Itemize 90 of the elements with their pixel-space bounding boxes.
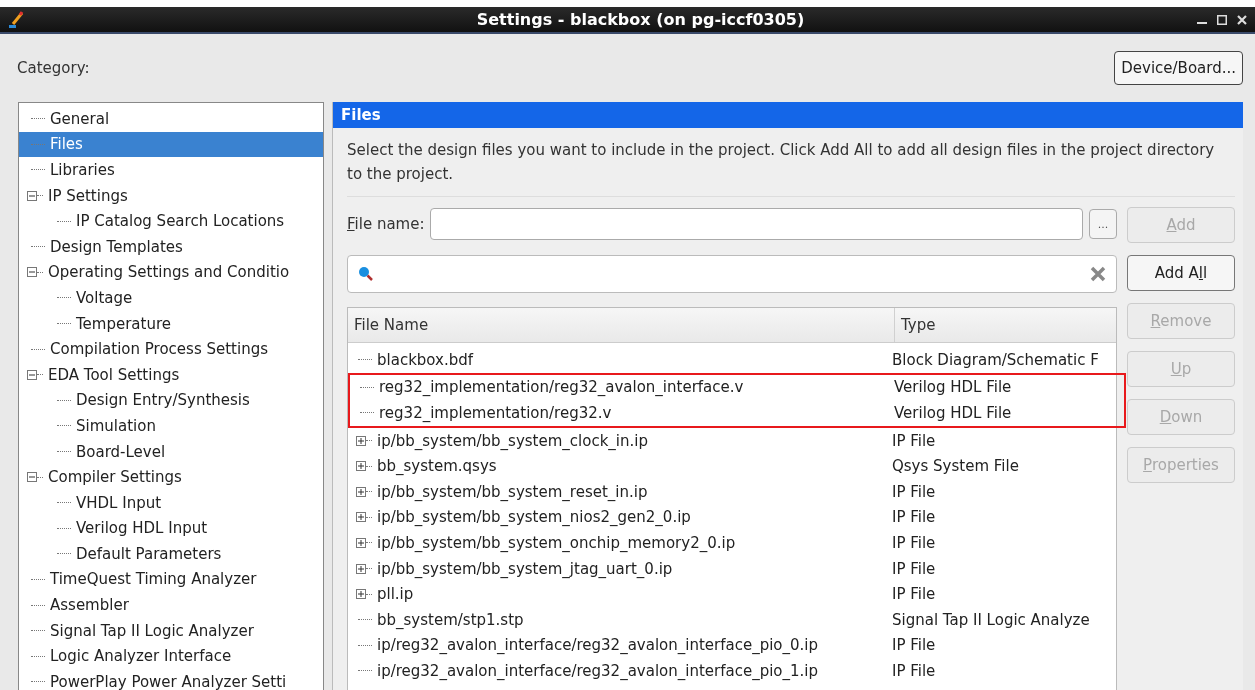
- tree-item[interactable]: PowerPlay Power Analyzer Setti: [19, 669, 323, 690]
- panel-title: Files: [333, 102, 1243, 128]
- collapse-icon[interactable]: [27, 190, 37, 201]
- file-name: ip/bb_system/bb_system_onchip_memory2_0.ip: [377, 533, 736, 552]
- file-name: bb_system.qsys: [377, 457, 497, 476]
- device-board-button[interactable]: Device/Board...: [1114, 51, 1243, 85]
- file-name: blackbox.bdf: [377, 350, 474, 369]
- file-type: Block Diagram/Schematic F: [891, 350, 1099, 369]
- file-row[interactable]: ip/bb_system/bb_system_jtag_uart_0.ip IP File: [348, 555, 1116, 582]
- tree-item[interactable]: General: [19, 106, 323, 132]
- file-type: Qsys System File: [891, 457, 1019, 476]
- file-name: ip/bb_system/bb_system_jtag_uart_0.ip: [377, 559, 673, 578]
- file-row[interactable]: bb_system.qsys Qsys System File: [348, 453, 1116, 479]
- file-type: IP File: [891, 559, 936, 578]
- close-icon[interactable]: [1237, 14, 1247, 25]
- expand-icon[interactable]: [356, 537, 366, 548]
- file-row[interactable]: ip/bb_system/bb_system_clock_in.ip IP File: [348, 427, 1116, 454]
- column-header[interactable]: Type: [895, 308, 1116, 342]
- file-type: IP File: [891, 533, 936, 552]
- file-type: IP File: [891, 431, 936, 450]
- file-name: ip/bb_system/bb_system_reset_in.ip: [377, 482, 648, 501]
- action-button[interactable]: Add All: [1127, 255, 1235, 291]
- file-name: reg32_implementation/reg32.v: [379, 404, 612, 422]
- file-type: Verilog HDL File: [893, 404, 1012, 422]
- file-row[interactable]: reg32_implementation/reg32.v Verilog HDL File: [350, 400, 1124, 426]
- file-type: IP File: [891, 482, 936, 501]
- tree-item[interactable]: Assembler: [19, 592, 323, 618]
- tree-item[interactable]: Logic Analyzer Interface: [19, 643, 323, 670]
- collapse-icon[interactable]: [27, 267, 37, 278]
- file-name: ip/bb_system/bb_system_nios2_gen2_0.ip: [377, 508, 691, 527]
- tree-item[interactable]: Compilation Process Settings: [19, 336, 323, 362]
- file-name: bb_system/stp1.stp: [377, 610, 524, 629]
- maximize-icon[interactable]: [1217, 14, 1227, 25]
- file-row[interactable]: ip/bb_system/bb_system_reset_in.ip IP File: [348, 478, 1116, 505]
- file-name: reg32_implementation/reg32_avalon_interface.v: [379, 378, 744, 397]
- file-type: Verilog HDL File: [893, 378, 1012, 397]
- tree-item[interactable]: IP Catalog Search Locations: [19, 208, 323, 234]
- search-field[interactable]: [347, 255, 1117, 293]
- collapse-icon[interactable]: [27, 472, 37, 483]
- tree-item[interactable]: Operating Settings and Conditio: [19, 259, 323, 286]
- file-row[interactable]: ip/reg32_avalon_interface/reg32_avalon_interface_pio_1.ip IP File: [348, 658, 1116, 684]
- tree-item[interactable]: Board-Level: [19, 438, 323, 465]
- expand-icon[interactable]: [356, 512, 366, 523]
- file-row[interactable]: ip/bb_system/bb_system_onchip_memory2_0.ip IP File: [348, 530, 1116, 556]
- file-name-label: File name:: [347, 215, 425, 233]
- description: Select the design files you want to include in the project. Click Add All to add all design files in the project directory to the project.: [347, 140, 1216, 185]
- tree-item[interactable]: Files: [19, 131, 323, 158]
- search-icon: [358, 266, 374, 282]
- expand-icon[interactable]: [356, 563, 366, 574]
- tree-item[interactable]: Compiler Settings: [19, 464, 323, 490]
- tree-item[interactable]: Signal Tap II Logic Analyzer: [19, 617, 323, 644]
- tree-item[interactable]: Design Entry/Synthesis: [19, 387, 323, 414]
- tree-item[interactable]: Default Parameters: [19, 541, 323, 567]
- expand-icon[interactable]: [356, 461, 366, 472]
- browse-button[interactable]: ...: [1089, 209, 1117, 239]
- file-type: IP File: [891, 508, 936, 527]
- file-type: IP File: [891, 636, 936, 655]
- tree-item[interactable]: TimeQuest Timing Analyzer: [19, 566, 323, 593]
- tree-item[interactable]: EDA Tool Settings: [19, 361, 323, 388]
- tree-item[interactable]: VHDL Input: [19, 489, 323, 516]
- tree-item[interactable]: Voltage: [19, 285, 323, 311]
- tree-item[interactable]: Libraries: [19, 157, 323, 183]
- file-type: IP File: [891, 585, 936, 604]
- file-row[interactable]: bb_system/stp1.stp Signal Tap II Logic Analyze: [348, 606, 1116, 633]
- column-header[interactable]: File Name: [348, 308, 895, 342]
- file-name: ip/reg32_avalon_interface/reg32_avalon_interface_pio_0.ip: [377, 636, 819, 655]
- file-row[interactable]: blackbox.bdf Block Diagram/Schematic F: [348, 347, 1116, 373]
- tree-item[interactable]: Verilog HDL Input: [19, 515, 323, 542]
- file-row[interactable]: reg32_implementation/reg32_avalon_interface.v Verilog HDL File: [350, 374, 1124, 401]
- file-name: pll.ip: [377, 585, 414, 604]
- expand-icon[interactable]: [356, 486, 366, 497]
- window-title: Settings - blackbox (on pg-iccf0305): [475, 10, 806, 29]
- tree-item[interactable]: Simulation: [19, 413, 323, 439]
- file-row[interactable]: pll.ip IP File: [348, 581, 1116, 607]
- expand-icon[interactable]: [356, 589, 366, 600]
- file-name-field[interactable]: [430, 208, 1083, 240]
- tree-item[interactable]: IP Settings: [19, 182, 323, 209]
- category-label: Category:: [17, 59, 90, 77]
- file-type: IP File: [891, 661, 936, 680]
- tree-item[interactable]: Design Templates: [19, 233, 323, 260]
- tree-item[interactable]: Temperature: [19, 310, 323, 337]
- expand-icon[interactable]: [356, 435, 366, 446]
- file-name: ip/bb_system/bb_system_clock_in.ip: [377, 431, 648, 450]
- file-type: Signal Tap II Logic Analyze: [891, 610, 1090, 629]
- pencil-icon: [8, 10, 24, 29]
- clear-icon[interactable]: [1090, 266, 1106, 282]
- file-row[interactable]: ip/reg32_avalon_interface/reg32_avalon_interface_pio_0.ip IP File: [348, 632, 1116, 659]
- file-row[interactable]: ip/bb_system/bb_system_nios2_gen2_0.ip IP File: [348, 504, 1116, 531]
- collapse-icon[interactable]: [27, 369, 37, 380]
- file-name: ip/reg32_avalon_interface/reg32_avalon_interface_pio_1.ip: [377, 661, 819, 680]
